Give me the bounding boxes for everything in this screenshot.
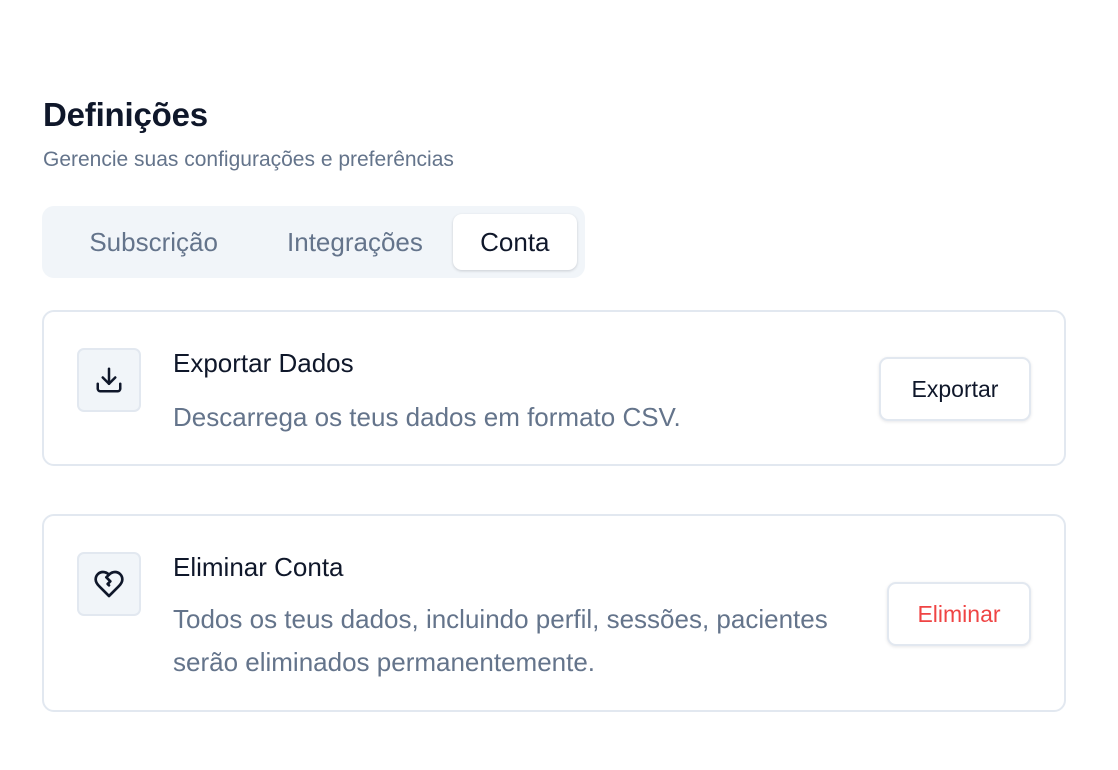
delete-account-title: Eliminar Conta [173,552,344,582]
settings-tabs: Subscrição Integrações Conta [42,206,585,278]
tab-conta[interactable]: Conta [452,214,577,270]
settings-page: Definições Gerencie suas configurações e… [0,0,1118,770]
heart-crack-icon [77,552,141,616]
tab-subscricao[interactable]: Subscrição [50,214,257,270]
export-data-description: Descarrega os teus dados em formato CSV. [173,402,681,432]
delete-account-description: Todos os teus dados, incluindo perfil, s… [173,604,828,677]
tab-integracoes[interactable]: Integrações [257,214,452,270]
delete-account-button[interactable]: Eliminar [887,582,1031,646]
page-subtitle: Gerencie suas configurações e preferênci… [43,148,454,171]
export-button[interactable]: Exportar [879,357,1031,421]
delete-account-card: Eliminar Conta Todos os teus dados, incl… [42,514,1066,712]
download-icon [77,348,141,412]
export-data-title: Exportar Dados [173,348,354,378]
page-title: Definições [43,96,208,133]
export-data-card: Exportar Dados Descarrega os teus dados … [42,310,1066,466]
